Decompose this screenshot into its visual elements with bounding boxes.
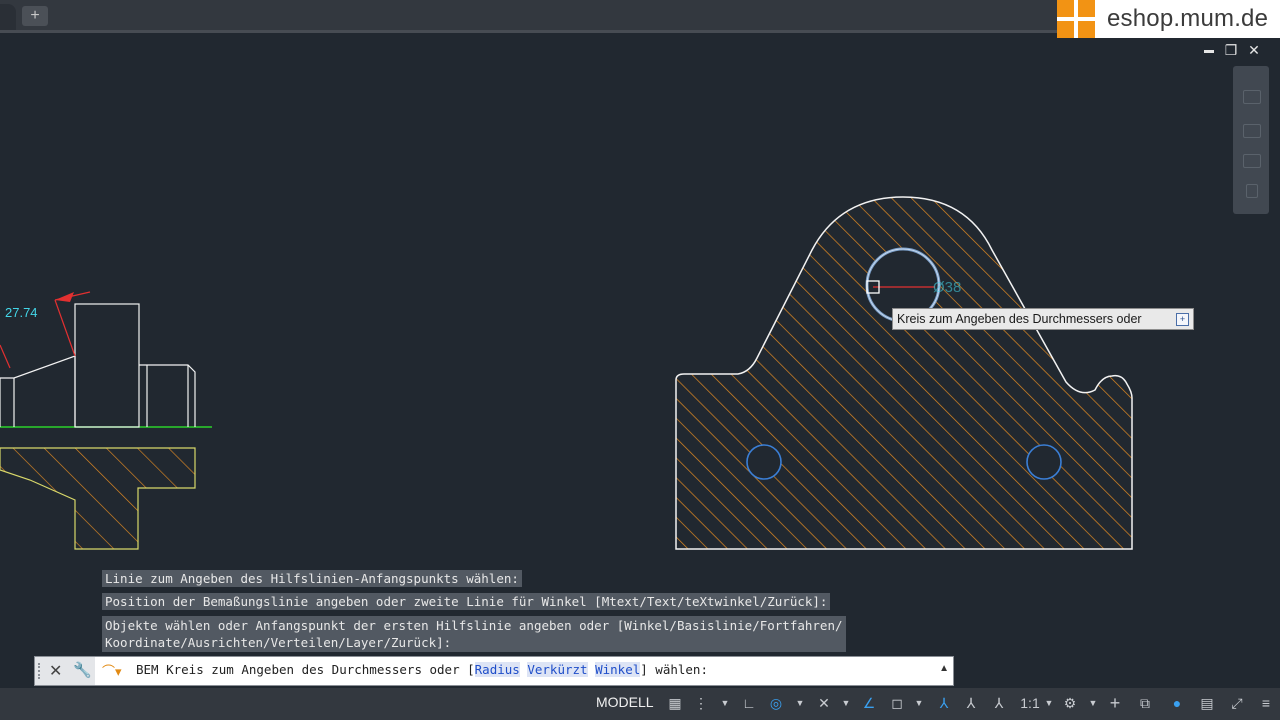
command-prompt-suffix: ] wählen: <box>640 662 708 677</box>
command-history-line-3: Objekte wählen oder Anfangspunkt der ers… <box>102 616 846 652</box>
maximize-view-icon[interactable]: ⤢ <box>1228 694 1246 712</box>
diameter-preview-text: Ø38 <box>933 279 961 296</box>
bolt-hole-right[interactable] <box>1026 444 1062 480</box>
recent-commands-icon[interactable]: ⌒▾ <box>102 661 122 680</box>
history-arrow-icon[interactable]: ▲ <box>939 663 949 674</box>
workspace-gear-icon[interactable]: ⚙ <box>1061 694 1079 712</box>
clean-screen-icon[interactable]: ▤ <box>1198 694 1216 712</box>
command-line-toolbar: ✕ 🔧 <box>35 657 95 685</box>
annotation-visibility-icon[interactable]: ⅄ <box>935 694 953 712</box>
selection-dropdown-icon[interactable]: ▼ <box>910 694 928 712</box>
plus-icon[interactable]: + <box>1106 694 1124 712</box>
command-prompt-prefix: BEM Kreis zum Angeben des Durchmessers o… <box>136 662 475 677</box>
main-part-drawing[interactable] <box>675 196 1133 550</box>
osnap-icon[interactable]: ✕ <box>815 694 833 712</box>
grid-icon[interactable]: ▦ <box>666 694 684 712</box>
bolt-hole-left[interactable] <box>746 444 782 480</box>
model-space-button[interactable]: MODELL <box>596 688 654 716</box>
osnap-dropdown-icon[interactable]: ▼ <box>837 694 855 712</box>
snap-icon[interactable]: ⋮ <box>692 694 710 712</box>
dimension-arrowhead <box>55 292 74 302</box>
dimension-value-label: 27.74 <box>5 305 38 320</box>
left-part-drawing <box>0 291 212 550</box>
tooltip-expand-icon[interactable]: + <box>1176 313 1189 326</box>
hardware-accel-icon[interactable]: ● <box>1168 694 1186 712</box>
option-verkuerzt[interactable]: Verkürzt <box>527 662 588 677</box>
scale-dropdown-icon[interactable]: ▼ <box>1040 694 1058 712</box>
drawing-canvas[interactable]: 27.74 Ø38 <box>0 0 1280 720</box>
command-history-line-2: Position der Bemaßungslinie angeben oder… <box>102 593 831 610</box>
option-radius[interactable]: Radius <box>474 662 520 677</box>
customize-menu-icon[interactable]: ≡ <box>1257 694 1275 712</box>
customize-wrench-icon[interactable]: 🔧 <box>73 661 92 679</box>
lineweight-icon[interactable]: ∠ <box>860 694 878 712</box>
command-line[interactable]: ✕ 🔧 ⌒▾ BEM Kreis zum Angeben des Durchme… <box>34 656 954 686</box>
option-winkel[interactable]: Winkel <box>595 662 641 677</box>
annotation-scale-icon[interactable]: ⅄ <box>990 694 1008 712</box>
polar-icon[interactable]: ◎ <box>767 694 785 712</box>
command-prompt[interactable]: BEM Kreis zum Angeben des Durchmessers o… <box>136 662 708 677</box>
drag-grip-handle[interactable] <box>38 663 43 679</box>
selection-cycling-icon[interactable]: ◻ <box>888 694 906 712</box>
auto-scale-icon[interactable]: ⅄ <box>962 694 980 712</box>
close-icon[interactable]: ✕ <box>49 661 62 681</box>
polar-dropdown-icon[interactable]: ▼ <box>791 694 809 712</box>
isolate-icon[interactable]: ⧉ <box>1136 694 1154 712</box>
ortho-icon[interactable]: ∟ <box>740 694 758 712</box>
tooltip-text: Kreis zum Angeben des Durchmessers oder <box>897 312 1142 326</box>
workspace-dropdown-icon[interactable]: ▼ <box>1084 694 1102 712</box>
status-bar: MODELL ▦ ⋮ ▼ ∟ ◎ ▼ ✕ ▼ ∠ ◻ ▼ ⅄ ⅄ ⅄ 1:1 ▼… <box>0 688 1280 720</box>
snap-dropdown-icon[interactable]: ▼ <box>716 694 734 712</box>
command-history-line-1: Linie zum Angeben des Hilfslinien-Anfang… <box>102 570 522 587</box>
command-tooltip: Kreis zum Angeben des Durchmessers oder … <box>892 308 1194 330</box>
